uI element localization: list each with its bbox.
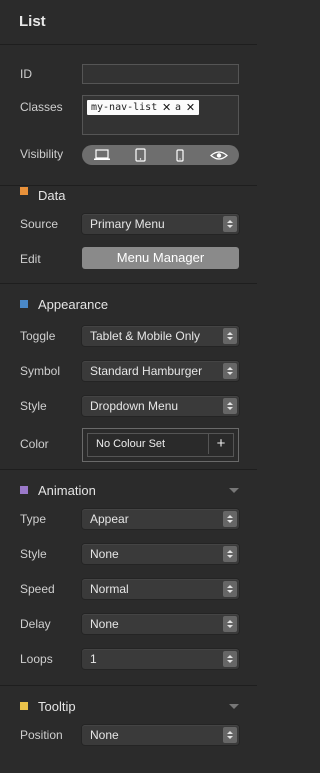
speed-select[interactable]: Normal xyxy=(82,579,239,599)
class-tag-label: my-nav-list xyxy=(91,102,158,113)
id-label: ID xyxy=(20,67,32,81)
type-label: Type xyxy=(20,512,47,526)
symbol-value: Standard Hamburger xyxy=(90,364,203,378)
position-value: None xyxy=(90,728,119,742)
classes-row: Classes my-nav-list ✕ a ✕ xyxy=(0,92,257,137)
source-label: Source xyxy=(20,217,59,231)
desktop-icon[interactable] xyxy=(87,145,117,165)
anim-style-select[interactable]: None xyxy=(82,544,239,564)
data-section: Data Source Primary Menu Edit Menu Manag… xyxy=(0,186,257,284)
anim-style-value: None xyxy=(90,547,119,561)
classes-input[interactable]: my-nav-list ✕ a ✕ xyxy=(82,95,239,135)
select-stepper-icon xyxy=(223,328,237,344)
color-picker: No Colour Set + xyxy=(82,428,239,462)
position-row: Position None xyxy=(0,718,257,753)
style-select[interactable]: Dropdown Menu xyxy=(82,396,239,416)
select-stepper-icon xyxy=(223,216,237,232)
speed-row: Speed Normal xyxy=(0,572,257,607)
eye-icon[interactable] xyxy=(204,145,234,165)
select-stepper-icon xyxy=(223,616,237,632)
loops-select[interactable]: 1 xyxy=(82,649,239,669)
toggle-value: Tablet & Mobile Only xyxy=(90,329,201,343)
color-value: No Colour Set xyxy=(96,438,166,450)
menu-manager-button[interactable]: Menu Manager xyxy=(82,247,239,269)
toggle-row: Toggle Tablet & Mobile Only xyxy=(0,319,257,354)
anim-style-row: Style None xyxy=(0,537,257,572)
toggle-label: Toggle xyxy=(20,329,56,343)
select-stepper-icon xyxy=(223,363,237,379)
class-tag-label: a xyxy=(175,102,182,113)
select-stepper-icon xyxy=(223,727,237,743)
style-label: Style xyxy=(20,399,47,413)
select-stepper-icon xyxy=(223,546,237,562)
delay-value: None xyxy=(90,617,119,631)
visibility-label: Visibility xyxy=(20,147,64,161)
position-select[interactable]: None xyxy=(82,725,239,745)
animation-section: Animation Type Appear Style None Speed N… xyxy=(0,470,257,686)
visibility-toggle-bar xyxy=(82,145,239,165)
remove-tag-icon[interactable]: ✕ xyxy=(186,100,195,115)
speed-value: Normal xyxy=(90,582,129,596)
anim-style-label: Style xyxy=(20,547,47,561)
color-label: Color xyxy=(20,437,49,451)
class-tag: my-nav-list ✕ xyxy=(87,100,176,115)
visibility-row: Visibility xyxy=(0,143,257,178)
delay-row: Delay None xyxy=(0,607,257,642)
classes-label: Classes xyxy=(20,100,63,114)
loops-label: Loops xyxy=(20,652,53,666)
appearance-color-square xyxy=(20,300,28,308)
loops-row: Loops 1 xyxy=(0,642,257,677)
delay-select[interactable]: None xyxy=(82,614,239,634)
panel-title: List xyxy=(0,0,257,45)
edit-row: Edit Menu Manager xyxy=(0,242,257,277)
collapse-chevron-icon[interactable] xyxy=(229,488,239,493)
type-value: Appear xyxy=(90,512,129,526)
phone-icon[interactable] xyxy=(165,145,195,165)
collapse-chevron-icon[interactable] xyxy=(229,704,239,709)
speed-label: Speed xyxy=(20,582,55,596)
tooltip-color-square xyxy=(20,702,28,710)
color-field[interactable]: No Colour Set + xyxy=(87,433,234,457)
select-stepper-icon xyxy=(223,398,237,414)
class-tag: a ✕ xyxy=(171,100,200,115)
remove-tag-icon[interactable]: ✕ xyxy=(162,100,171,115)
tablet-icon[interactable] xyxy=(126,145,156,165)
select-stepper-icon xyxy=(223,651,237,667)
add-color-icon[interactable]: + xyxy=(208,434,233,454)
appearance-section-title: Appearance xyxy=(38,297,109,312)
style-row: Style Dropdown Menu xyxy=(0,389,257,424)
type-row: Type Appear xyxy=(0,502,257,537)
style-value: Dropdown Menu xyxy=(90,399,179,413)
loops-value: 1 xyxy=(90,652,97,666)
select-stepper-icon xyxy=(223,511,237,527)
source-select[interactable]: Primary Menu xyxy=(82,214,239,234)
type-select[interactable]: Appear xyxy=(82,509,239,529)
source-row: Source Primary Menu xyxy=(0,207,257,242)
delay-label: Delay xyxy=(20,617,51,631)
appearance-section-header[interactable]: Appearance xyxy=(0,287,257,322)
data-section-header[interactable]: Data xyxy=(0,186,257,206)
appearance-section: Appearance Toggle Tablet & Mobile Only S… xyxy=(0,284,257,470)
symbol-label: Symbol xyxy=(20,364,61,378)
data-color-square xyxy=(20,187,28,195)
general-section: ID Classes my-nav-list ✕ a ✕ Visibility xyxy=(0,45,257,186)
id-input[interactable] xyxy=(82,64,239,84)
source-value: Primary Menu xyxy=(90,217,165,231)
animation-color-square xyxy=(20,486,28,494)
tooltip-section: Tooltip Position None xyxy=(0,686,257,771)
symbol-row: Symbol Standard Hamburger xyxy=(0,354,257,389)
data-section-title: Data xyxy=(38,188,66,203)
color-row: Color No Colour Set + xyxy=(0,424,257,469)
toggle-select[interactable]: Tablet & Mobile Only xyxy=(82,326,239,346)
id-row: ID xyxy=(0,57,257,92)
edit-label: Edit xyxy=(20,252,41,266)
position-label: Position xyxy=(20,728,63,742)
symbol-select[interactable]: Standard Hamburger xyxy=(82,361,239,381)
select-stepper-icon xyxy=(223,581,237,597)
